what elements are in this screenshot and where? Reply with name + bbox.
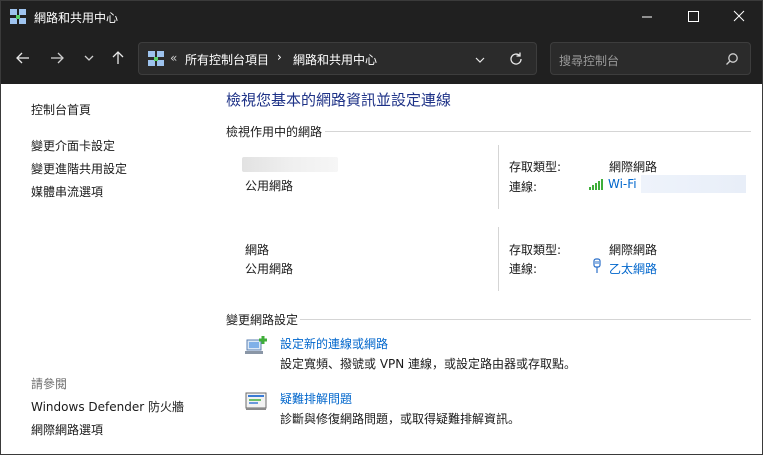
search-placeholder: 搜尋控制台	[559, 54, 620, 68]
maximize-button[interactable]	[670, 1, 716, 32]
maximize-icon	[688, 11, 699, 22]
minimize-button[interactable]	[624, 1, 670, 32]
setup-new-connection-desc: 設定寬頻、撥號或 VPN 連線，或設定路由器或存取點。	[280, 357, 577, 371]
sidebar-link-control-panel-home[interactable]: 控制台首頁	[31, 101, 91, 118]
sidebar-link-media-streaming-options[interactable]: 媒體串流選項	[31, 183, 103, 200]
arrow-left-icon	[16, 52, 29, 64]
network-1-access-value: 網際網路	[609, 160, 658, 174]
change-settings-title: 變更網路設定	[226, 313, 299, 327]
title-bar: 網路和共用中心	[1, 1, 762, 32]
divider	[498, 227, 499, 291]
search-input[interactable]: 搜尋控制台	[550, 42, 751, 75]
breadcrumb-network-sharing-center[interactable]: 網路和共用中心	[293, 51, 377, 68]
network-1-access-label: 存取類型:	[509, 160, 562, 174]
setup-new-connection-link[interactable]: 設定新的連線或網路	[280, 335, 388, 352]
network-2-name: 網路	[245, 243, 270, 257]
divider	[300, 319, 751, 320]
window: 網路和共用中心 « 所有控制台項目 › 網路和共用中心 搜尋控制台 控制台首頁 …	[0, 0, 763, 455]
sidebar-link-internet-options[interactable]: 網際網路選項	[31, 421, 103, 438]
navigation-bar: « 所有控制台項目 › 網路和共用中心 搜尋控制台	[1, 32, 762, 84]
recent-locations-button[interactable]	[77, 46, 101, 70]
minimize-icon	[642, 16, 652, 18]
window-title: 網路和共用中心	[34, 11, 119, 25]
network-2-access-value: 網際網路	[609, 243, 658, 257]
breadcrumb-separator[interactable]: ›	[277, 50, 282, 64]
close-icon	[733, 10, 745, 22]
ethernet-icon	[591, 258, 603, 277]
sidebar-link-advanced-sharing-settings[interactable]: 變更進階共用設定	[31, 160, 127, 177]
breadcrumb-all-control-panel-items[interactable]: 所有控制台項目	[185, 51, 269, 68]
close-button[interactable]	[716, 1, 762, 32]
search-icon	[725, 52, 739, 69]
back-button[interactable]	[11, 46, 35, 70]
arrow-right-icon	[51, 52, 64, 64]
network-1-type: 公用網路	[245, 179, 294, 193]
overflow-chevron[interactable]: «	[170, 51, 177, 65]
address-dropdown-icon[interactable]	[474, 54, 486, 69]
address-bar[interactable]: « 所有控制台項目 › 網路和共用中心	[138, 42, 537, 75]
wifi-signal-icon	[589, 178, 605, 193]
divider	[498, 145, 499, 209]
up-button[interactable]	[106, 46, 130, 70]
refresh-icon[interactable]	[508, 51, 524, 70]
troubleshoot-desc: 診斷與修復網路問題，或取得疑難排解資訊。	[280, 412, 521, 426]
troubleshoot-link[interactable]: 疑難排解問題	[280, 390, 352, 407]
network-2-connection-link[interactable]: 乙太網路	[609, 260, 657, 277]
page-title: 檢視您基本的網路資訊並設定連線	[226, 91, 452, 109]
network-2-type: 公用網路	[245, 262, 294, 276]
network-1-connection-label: 連線:	[509, 180, 538, 194]
active-networks-title: 檢視作用中的網路	[226, 125, 323, 139]
chevron-down-icon	[84, 55, 94, 61]
sidebar-link-windows-defender-firewall[interactable]: Windows Defender 防火牆	[31, 398, 184, 415]
see-also-title: 請參閱	[31, 377, 68, 391]
network-center-icon	[10, 9, 26, 28]
divider	[325, 131, 751, 132]
new-connection-icon	[244, 334, 270, 361]
network-name-redacted	[242, 157, 338, 172]
forward-button[interactable]	[45, 46, 69, 70]
network-2-connection-label: 連線:	[509, 262, 538, 276]
network-2-access-label: 存取類型:	[509, 243, 562, 257]
network-1-connection-link[interactable]: Wi-Fi	[608, 177, 637, 191]
troubleshoot-icon	[244, 390, 270, 417]
arrow-up-icon	[112, 51, 124, 64]
sidebar-link-change-adapter-settings[interactable]: 變更介面卡設定	[31, 137, 115, 154]
wifi-name-redacted	[641, 175, 746, 193]
control-panel-icon	[148, 51, 164, 70]
